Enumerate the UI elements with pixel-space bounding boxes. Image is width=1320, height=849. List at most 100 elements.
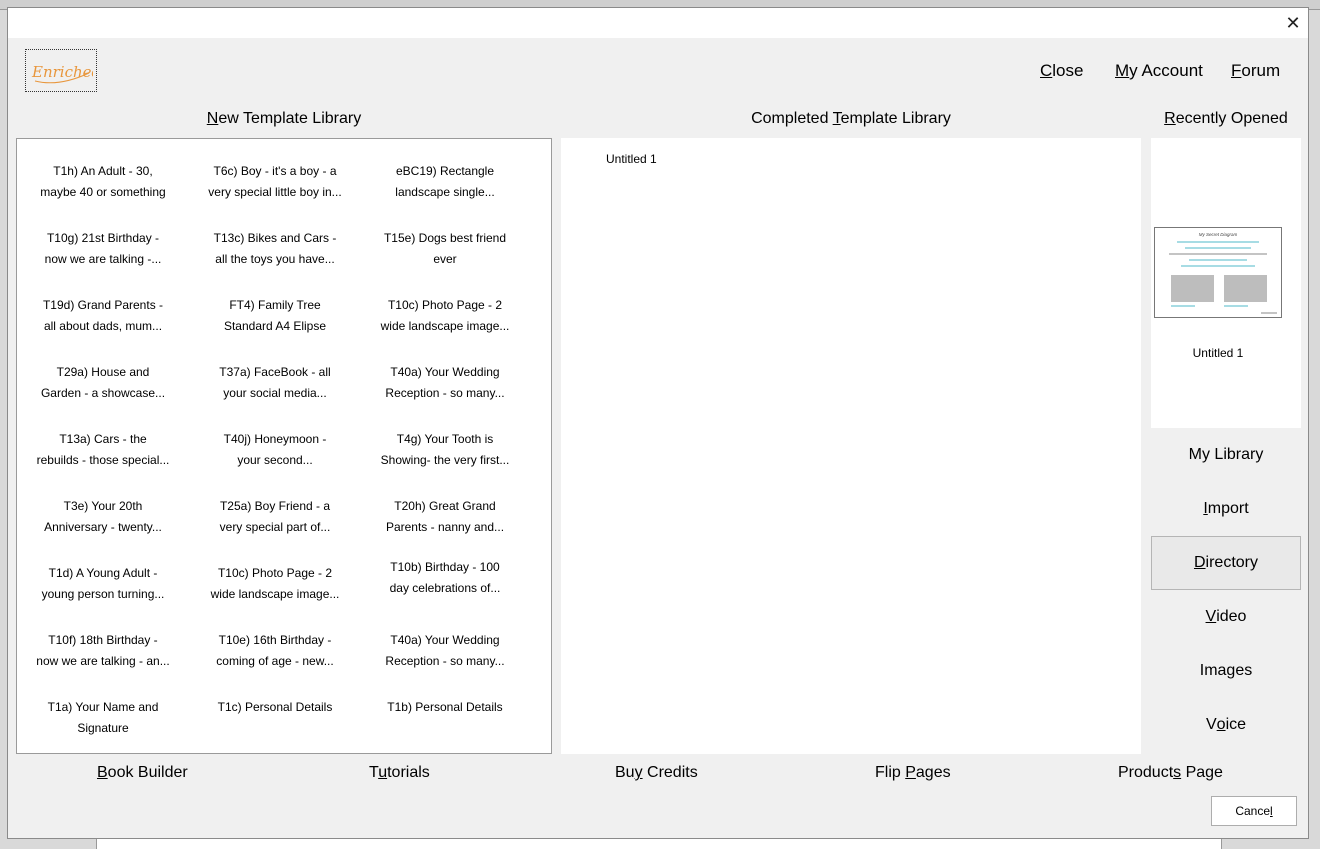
template-item-line: T10f) 18th Birthday -	[48, 633, 158, 647]
completed-template-library-list[interactable]: Untitled 1	[561, 138, 1141, 754]
new-template-library-list[interactable]: T1h) An Adult - 30, maybe 40 or something…	[16, 138, 552, 754]
template-item-line: T1h) An Adult - 30,	[53, 164, 153, 178]
recently-opened-title: Recently Opened	[1164, 110, 1288, 127]
template-item-line: wide landscape image...	[210, 587, 340, 601]
template-item-line: T40a) Your Wedding	[390, 365, 500, 379]
template-item[interactable]: T20h) Great Grand Parents - nanny and...	[360, 496, 530, 538]
template-item[interactable]: T10f) 18th Birthday - now we are talking …	[18, 630, 188, 672]
dialog-titlebar: ✕	[8, 8, 1308, 38]
template-item-line: all the toys you have...	[215, 252, 335, 266]
new-template-library-title: New Template Library	[206, 110, 362, 127]
template-item-line: T3e) Your 20th	[63, 499, 143, 513]
template-item-line: your second...	[237, 453, 313, 467]
template-item[interactable]: T10c) Photo Page - 2 wide landscape image…	[190, 563, 360, 605]
forum-link[interactable]: Forum	[1231, 61, 1280, 81]
enriched-logo[interactable]: Enriched	[25, 49, 97, 92]
template-item[interactable]: T37a) FaceBook - all your social media...	[190, 362, 360, 404]
template-item[interactable]: T13c) Bikes and Cars - all the toys you h…	[190, 228, 360, 270]
products-page-link[interactable]: Products Page	[1118, 764, 1223, 782]
template-item[interactable]: T6c) Boy - it's a boy - a very special li…	[190, 161, 360, 203]
template-item-line: T4g) Your Tooth is	[396, 432, 494, 446]
template-item-line: now we are talking -...	[44, 252, 162, 266]
template-item[interactable]: T10c) Photo Page - 2 wide landscape image…	[360, 295, 530, 337]
completed-template-item[interactable]: Untitled 1	[606, 152, 657, 166]
book-builder-link[interactable]: Book Builder	[97, 764, 188, 782]
voice-button[interactable]: Vo ice	[1151, 698, 1301, 752]
template-item-line: Reception - so many...	[385, 654, 505, 668]
template-item[interactable]: T40a) Your Wedding Reception - so many...	[360, 630, 530, 672]
template-item-line: landscape single...	[395, 185, 495, 199]
template-item[interactable]: T1a) Your Name and Signature	[18, 697, 188, 739]
template-item[interactable]: T10b) Birthday - 100 day celebrations of.…	[360, 557, 530, 599]
template-item[interactable]: T25a) Boy Friend - a very special part of…	[190, 496, 360, 538]
template-item[interactable]: T40a) Your Wedding Reception - so many...	[360, 362, 530, 404]
template-item-line: T1c) Personal Details	[217, 700, 333, 714]
template-item[interactable]: FT4) Family Tree Standard A4 Elipse	[190, 295, 360, 337]
close-icon[interactable]: ✕	[1280, 11, 1306, 35]
template-item-line: FT4) Family Tree	[229, 298, 321, 312]
template-item[interactable]: T29a) House and Garden - a showcase...	[18, 362, 188, 404]
template-item[interactable]: T3e) Your 20th Anniversary - twenty...	[18, 496, 188, 538]
template-item-line: T10c) Photo Page - 2	[387, 298, 503, 312]
close-link[interactable]: Close	[1040, 61, 1083, 81]
template-item-line: T20h) Great Grand	[394, 499, 496, 513]
thumbnail-title: My Secret Diagram	[1199, 232, 1238, 237]
directory-button[interactable]: Directory	[1151, 536, 1301, 590]
template-item-line: Signature	[77, 721, 129, 735]
template-item-line: T1a) Your Name and	[47, 700, 159, 714]
template-item-line: now we are talking - an...	[36, 654, 170, 668]
template-item-line: maybe 40 or something	[40, 185, 166, 199]
template-item-line: T37a) FaceBook - all	[219, 365, 331, 379]
logo-text: Enriched	[31, 63, 93, 81]
template-item-line: T10g) 21st Birthday -	[46, 231, 160, 245]
template-item-line: T40a) Your Wedding	[390, 633, 500, 647]
template-item[interactable]: eBC19) Rectangle landscape single...	[360, 161, 530, 203]
template-item[interactable]: T1h) An Adult - 30, maybe 40 or something	[18, 161, 188, 203]
template-item-line: wide landscape image...	[380, 319, 510, 333]
recently-opened-panel: My Secret Diagram Untitled 1	[1151, 138, 1301, 428]
template-item-line: young person turning...	[41, 587, 165, 601]
template-item-line: rebuilds - those special...	[36, 453, 170, 467]
flip-pages-link[interactable]: Flip Pages	[875, 764, 951, 782]
template-item[interactable]: T1c) Personal Details	[190, 697, 360, 718]
template-item-line: T10e) 16th Birthday -	[218, 633, 332, 647]
images-button[interactable]: Ima g es	[1151, 644, 1301, 698]
template-item[interactable]: T1d) A Young Adult - young person turning…	[18, 563, 188, 605]
video-button[interactable]: Video	[1151, 590, 1301, 644]
template-item-line: very special little boy in...	[208, 185, 342, 199]
buy-credits-link[interactable]: Buy Credits	[615, 764, 698, 782]
logo-image: Enriched	[31, 63, 93, 83]
template-item[interactable]: T15e) Dogs best friend ever	[360, 228, 530, 270]
template-item[interactable]: T4g) Your Tooth is Showing- the very firs…	[360, 429, 530, 471]
background-app-page	[96, 838, 1222, 849]
recent-item-label[interactable]: Untitled 1	[1151, 346, 1285, 360]
template-item-line: your social media...	[223, 386, 327, 400]
template-item[interactable]: T40j) Honeymoon - your second...	[190, 429, 360, 471]
template-item-line: Garden - a showcase...	[40, 386, 166, 400]
template-item-line: T13a) Cars - the	[59, 432, 147, 446]
template-item-line: T10c) Photo Page - 2	[217, 566, 333, 580]
template-item-line: Reception - so many...	[385, 386, 505, 400]
template-item-line: day celebrations of...	[389, 581, 501, 595]
cancel-button[interactable]: Cance l	[1211, 796, 1297, 826]
template-item[interactable]: T10g) 21st Birthday - now we are talking …	[18, 228, 188, 270]
template-item-line: T1d) A Young Adult -	[48, 566, 158, 580]
template-item[interactable]: T1b) Personal Details	[360, 697, 530, 718]
template-item-line: T15e) Dogs best friend	[383, 231, 507, 245]
template-item[interactable]: T19d) Grand Parents - all about dads, mum…	[18, 295, 188, 337]
template-item-line: T19d) Grand Parents -	[42, 298, 164, 312]
my-library-button[interactable]: My Library	[1151, 428, 1301, 482]
template-item[interactable]: T10e) 16th Birthday - coming of age - new…	[190, 630, 360, 672]
template-item-line: T1b) Personal Details	[387, 700, 503, 714]
tutorials-link[interactable]: Tutorials	[369, 764, 430, 782]
template-item-line: Standard A4 Elipse	[223, 319, 327, 333]
recent-item-thumbnail[interactable]: My Secret Diagram	[1154, 227, 1282, 318]
template-item-line: Parents - nanny and...	[385, 520, 505, 534]
template-item-line: ever	[433, 252, 457, 266]
template-item-line: T10b) Birthday - 100	[390, 560, 500, 574]
import-button[interactable]: Import	[1151, 482, 1301, 536]
template-item-line: Anniversary - twenty...	[44, 520, 162, 534]
template-item[interactable]: T13a) Cars - the rebuilds - those special…	[18, 429, 188, 471]
template-library-dialog: ✕ Enriched Close My Account Forum New Te…	[7, 7, 1309, 839]
my-account-link[interactable]: My Account	[1115, 61, 1203, 81]
